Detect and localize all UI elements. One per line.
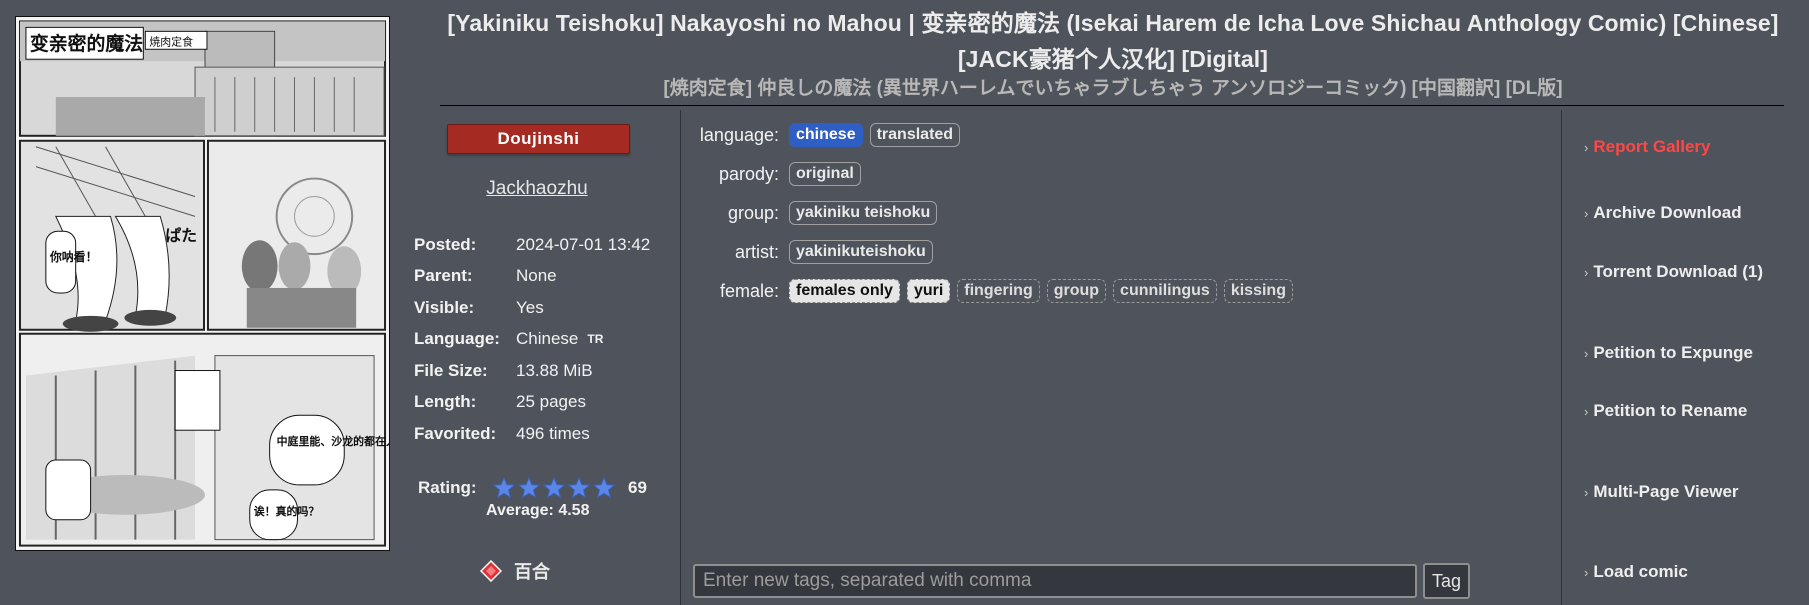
title-divider xyxy=(440,105,1784,106)
translated-badge: TR xyxy=(587,332,604,347)
info-value: 2024-07-01 13:42 xyxy=(516,234,651,254)
chevron-right-icon: › xyxy=(1584,345,1589,361)
cover-author-stamp: 焼肉定食 xyxy=(149,34,193,48)
tag-row: female: females only yuri fingering group cun… xyxy=(681,278,1300,304)
tag-entry: Tag xyxy=(693,563,1470,599)
info-key: Length: xyxy=(414,392,477,412)
tag-row: parody: original xyxy=(681,161,868,187)
info-row-file-size: File Size: 13.88 MiB xyxy=(414,355,650,387)
info-key: Posted: xyxy=(414,234,477,254)
action-label: Petition to Rename xyxy=(1593,401,1748,420)
chevron-right-icon: › xyxy=(1584,484,1589,500)
chevron-right-icon: › xyxy=(1584,139,1589,155)
gallery-title-english: [Yakiniku Teishoku] Nakayoshi no Mahou |… xyxy=(447,10,1779,72)
chevron-right-icon: › xyxy=(1584,564,1589,580)
chevron-right-icon: › xyxy=(1584,205,1589,221)
action-label: Torrent Download (1) xyxy=(1593,262,1764,281)
tag-namespace: parody: xyxy=(718,163,779,184)
tag-row: artist: yakinikuteishoku xyxy=(681,239,940,265)
action-label: Report Gallery xyxy=(1593,137,1711,156)
tag-chip[interactable]: group xyxy=(1046,279,1107,303)
gallery-cover-image[interactable]: 变亲密的魔法 焼肉定食 你呐看！ ぱた 中庭里能、沙龙的都在 诶！真的吗？ xyxy=(15,16,390,551)
action-link-torrent-download-1[interactable]: › Torrent Download (1) xyxy=(1584,262,1763,282)
tag-chip[interactable]: fingering xyxy=(957,279,1040,303)
diamond-icon xyxy=(480,560,502,582)
tag-panel: language: chinese translated parody: origina… xyxy=(680,110,1562,605)
tag-row: language: chinese translated xyxy=(681,122,967,148)
info-row-posted: Posted: 2024-07-01 13:42 xyxy=(414,229,650,261)
star-icon[interactable] xyxy=(517,476,541,500)
action-link-archive-download[interactable]: › Archive Download xyxy=(1584,203,1742,223)
info-value: Chinese xyxy=(516,329,579,349)
tag-namespace: female: xyxy=(719,280,779,301)
rating-label: Rating: xyxy=(418,478,477,497)
favorite-category[interactable]: 百合 xyxy=(480,558,550,584)
info-key: Parent: xyxy=(414,266,473,286)
tag-chip[interactable]: translated xyxy=(869,123,961,147)
action-label: Load comic xyxy=(1593,562,1688,581)
tag-namespace: artist: xyxy=(734,241,779,262)
rating-stars[interactable] xyxy=(492,476,616,500)
action-label: Petition to Expunge xyxy=(1593,343,1753,362)
gallery-title-japanese: [焼肉定食] 仲良しの魔法 (異世界ハーレムでいちゃラブしちゃう アンソロジーコ… xyxy=(663,78,1563,99)
info-key: Favorited: xyxy=(414,423,497,443)
star-icon[interactable] xyxy=(492,476,516,500)
info-value: Yes xyxy=(516,297,544,317)
info-value: 496 times xyxy=(516,423,590,443)
rating-average: Average: 4.58 xyxy=(486,502,590,519)
cover-speech-bubble-3: 诶！真的吗？ xyxy=(254,504,320,518)
action-label: Archive Download xyxy=(1593,203,1742,222)
rating-count: 69 xyxy=(628,478,647,497)
star-icon[interactable] xyxy=(592,476,616,500)
tag-submit-button[interactable]: Tag xyxy=(1423,563,1470,599)
info-row-language: Language: Chinese TR xyxy=(414,324,650,356)
new-tag-input[interactable] xyxy=(693,564,1417,598)
info-value: 25 pages xyxy=(516,392,586,412)
info-row-visible: Visible: Yes xyxy=(414,292,650,324)
action-link-load-comic[interactable]: › Load comic xyxy=(1584,562,1688,582)
tag-row: group: yakiniku teishoku xyxy=(681,200,944,226)
action-link-petition-to-rename[interactable]: › Petition to Rename xyxy=(1584,401,1747,421)
tag-chip[interactable]: cunnilingus xyxy=(1113,279,1217,303)
favorite-label: 百合 xyxy=(514,562,550,582)
tag-chip[interactable]: females only xyxy=(789,279,900,303)
tag-namespace: language: xyxy=(699,124,779,145)
info-row-favorited: Favorited: 496 times xyxy=(414,418,650,450)
tag-chip[interactable]: chinese xyxy=(789,123,863,147)
info-key: Language: xyxy=(414,329,500,349)
action-link-multi-page-viewer[interactable]: › Multi-Page Viewer xyxy=(1584,482,1739,502)
cover-speech-bubble-2: 中庭里能、沙龙的都在人啊 xyxy=(277,434,389,448)
chevron-right-icon: › xyxy=(1584,264,1589,280)
star-icon[interactable] xyxy=(542,476,566,500)
action-label: Multi-Page Viewer xyxy=(1593,482,1739,501)
uploader-link[interactable]: Jackhaozhu xyxy=(418,178,656,200)
tag-chip[interactable]: yakiniku teishoku xyxy=(789,201,938,225)
info-row-length: Length: 25 pages xyxy=(414,387,650,419)
tag-chip[interactable]: kissing xyxy=(1223,279,1293,303)
tag-chip[interactable]: original xyxy=(789,162,861,186)
cover-sfx-right: ぱた xyxy=(165,226,197,245)
tag-chip[interactable]: yakinikuteishoku xyxy=(789,240,933,264)
star-icon[interactable] xyxy=(567,476,591,500)
info-key: File Size: xyxy=(414,360,488,380)
action-link-petition-to-expunge[interactable]: › Petition to Expunge xyxy=(1584,343,1753,363)
action-link-report-gallery[interactable]: › Report Gallery xyxy=(1584,137,1711,157)
info-value: 13.88 MiB xyxy=(516,360,593,380)
tag-chip[interactable]: yuri xyxy=(906,279,951,303)
chevron-right-icon: › xyxy=(1584,403,1589,419)
category-badge[interactable]: Doujinshi xyxy=(447,124,630,154)
gallery-info-table: Posted: 2024-07-01 13:42 Parent: None Vi… xyxy=(414,229,650,450)
cover-speech-bubble-1: 你呐看！ xyxy=(49,250,98,264)
cover-title-text: 变亲密的魔法 xyxy=(30,32,143,55)
info-key: Visible: xyxy=(414,297,475,317)
info-row-parent: Parent: None xyxy=(414,261,650,293)
tag-namespace: group: xyxy=(727,202,779,223)
info-value: None xyxy=(516,266,557,286)
